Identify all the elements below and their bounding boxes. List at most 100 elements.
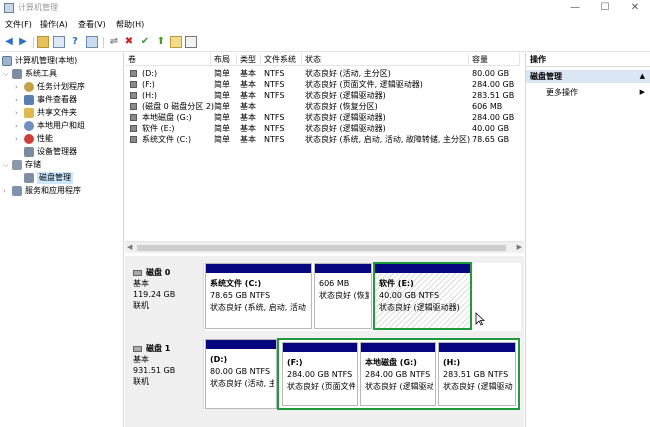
scrollbar-thumb[interactable] — [137, 245, 506, 251]
minimize-button[interactable]: — — [560, 0, 590, 16]
volume-capacity: 284.00 GB — [472, 80, 515, 89]
tree-item-services-apps[interactable]: › 服务和应用程序 — [3, 185, 121, 197]
partition-c[interactable]: 系统文件 (C:) 78.65 GB NTFS 状态良好 (系统, 启动, 活动 — [205, 263, 312, 329]
more-icon[interactable] — [185, 36, 197, 48]
properties-icon[interactable] — [53, 36, 65, 48]
volume-name: (D:) — [142, 69, 158, 78]
connect-icon[interactable]: ⇌ — [108, 36, 120, 48]
delete-icon[interactable]: ✖ — [123, 36, 135, 48]
users-icon — [24, 121, 34, 131]
chevron-right-icon[interactable]: ▶ — [640, 86, 645, 99]
computer-management-icon — [4, 3, 14, 13]
menu-file[interactable]: 文件(F) — [5, 19, 32, 30]
partition-g[interactable]: 本地磁盘 (G:) 284.00 GB NTFS 状态良好 (逻辑驱动器) — [360, 342, 436, 406]
check-icon[interactable]: ✔ — [139, 36, 151, 48]
chevron-right-icon[interactable]: › — [15, 133, 22, 145]
menu-help[interactable]: 帮助(H) — [116, 19, 144, 30]
tree-item-disk-management[interactable]: 磁盘管理 — [15, 172, 121, 184]
volume-type: 基本 — [240, 124, 256, 133]
disk-graph-view: 磁盘 0 基本 119.24 GB 联机 系统文件 (C:) 78.65 GB … — [125, 256, 524, 427]
disk-size: 931.51 GB — [133, 366, 176, 375]
table-row[interactable]: (D:) 简单 基本 NTFS 状态良好 (活动, 主分区) 80.00 GB — [125, 68, 520, 79]
menu-view[interactable]: 查看(V) — [78, 19, 106, 30]
more-actions-item[interactable]: 更多操作 ▶ — [526, 86, 650, 99]
table-row[interactable]: 系统文件 (C:) 简单 基本 NTFS 状态良好 (系统, 启动, 活动, 故… — [125, 134, 520, 145]
export-icon[interactable]: ⬆ — [155, 36, 167, 48]
performance-icon — [24, 134, 34, 144]
tree-item-event-viewer[interactable]: › 事件查看器 — [15, 94, 121, 106]
tree-item-system-tools[interactable]: ⌵ 系统工具 — [3, 68, 121, 80]
disk-type: 基本 — [133, 279, 149, 288]
column-header-filesystem[interactable]: 文件系统 — [261, 53, 302, 66]
volume-fs: NTFS — [264, 91, 285, 100]
volume-table: 卷 布局 类型 文件系统 状态 容量 (D:) 简单 基本 NTFS 状态良好 … — [125, 53, 524, 258]
close-button[interactable]: ✕ — [620, 0, 650, 16]
chevron-right-icon[interactable]: › — [15, 94, 22, 106]
disk-size: 119.24 GB — [133, 290, 176, 299]
disk-0-label[interactable]: 磁盘 0 基本 119.24 GB 联机 — [128, 263, 204, 331]
tree-item-performance[interactable]: › 性能 — [15, 133, 121, 145]
volume-layout: 简单 — [214, 91, 230, 100]
tree-item-label: 系统工具 — [25, 69, 57, 78]
tree-item-shared-folders[interactable]: › 共享文件夹 — [15, 107, 121, 119]
maximize-button[interactable]: ☐ — [590, 0, 620, 16]
view-icon[interactable] — [86, 36, 98, 48]
tree-root[interactable]: 计算机管理(本地) — [2, 55, 122, 67]
tree-item-local-users[interactable]: › 本地用户和组 — [15, 120, 121, 132]
column-header-volume[interactable]: 卷 — [125, 53, 211, 66]
volume-icon — [130, 70, 137, 77]
volume-fs: NTFS — [264, 124, 285, 133]
partition-e[interactable]: 软件 (E:) 40.00 GB NTFS 状态良好 (逻辑驱动器) — [373, 262, 472, 330]
help-icon[interactable]: ? — [69, 36, 81, 48]
chevron-right-icon[interactable]: › — [15, 81, 22, 93]
column-header-type[interactable]: 类型 — [237, 53, 261, 66]
scroll-left-icon[interactable]: ◀ — [127, 243, 132, 251]
column-header-layout[interactable]: 布局 — [211, 53, 237, 66]
partition-bar — [439, 343, 515, 352]
menu-action[interactable]: 操作(A) — [40, 19, 68, 30]
tree-item-storage[interactable]: ⌵ 存储 — [3, 159, 121, 171]
chevron-up-icon[interactable]: ▲ — [640, 70, 645, 83]
mouse-cursor-icon — [475, 312, 485, 326]
partition-f[interactable]: (F:) 284.00 GB NTFS 状态良好 (页面文件 — [282, 342, 358, 406]
partition-d[interactable]: (D:) 80.00 GB NTFS 状态良好 (活动, 主分区) — [205, 339, 277, 409]
tree-item-label: 设备管理器 — [37, 147, 77, 156]
column-header-capacity[interactable]: 容量 — [469, 53, 520, 66]
tree-item-label: 性能 — [37, 134, 53, 143]
disk-1-label[interactable]: 磁盘 1 基本 931.51 GB 联机 — [128, 339, 204, 409]
actions-header: 操作 — [526, 53, 650, 67]
table-row[interactable]: 本地磁盘 (G:) 简单 基本 NTFS 状态良好 (逻辑驱动器) 284.00… — [125, 112, 520, 123]
volume-capacity: 78.65 GB — [472, 135, 510, 144]
chevron-down-icon[interactable]: ⌵ — [3, 68, 10, 80]
folder-icon[interactable] — [37, 36, 49, 48]
volume-type: 基本 — [240, 69, 256, 78]
forward-icon[interactable]: ▶ — [17, 36, 29, 48]
table-row[interactable]: (F:) 简单 基本 NTFS 状态良好 (页面文件, 逻辑驱动器) 284.0… — [125, 79, 520, 90]
volume-fs: NTFS — [264, 80, 285, 89]
volume-icon — [130, 81, 137, 88]
chevron-down-icon[interactable]: ⌵ — [3, 159, 10, 171]
partition-h[interactable]: (H:) 283.51 GB NTFS 状态良好 (逻辑驱动器) — [438, 342, 516, 406]
horizontal-scrollbar[interactable]: ◀ ▶ — [125, 241, 524, 253]
table-row[interactable]: (磁盘 0 磁盘分区 2) 简单 基本 状态良好 (恢复分区) 606 MB — [125, 101, 520, 112]
column-header-status[interactable]: 状态 — [302, 53, 469, 66]
back-icon[interactable]: ◀ — [3, 36, 15, 48]
partition-size: 283.51 GB NTFS — [443, 370, 509, 379]
tree-item-label: 任务计划程序 — [37, 82, 85, 91]
table-row[interactable]: (H:) 简单 基本 NTFS 状态良好 (逻辑驱动器) 283.51 GB — [125, 90, 520, 101]
volume-status: 状态良好 (系统, 启动, 活动, 故障转储, 主分区) — [305, 135, 471, 144]
tree-item-task-scheduler[interactable]: › 任务计划程序 — [15, 81, 121, 93]
list-icon[interactable] — [170, 36, 182, 48]
disk-1-row: 磁盘 1 基本 931.51 GB 联机 (D:) 80.00 GB NTFS … — [128, 338, 521, 410]
partition-recovery[interactable]: 606 MB 状态良好 (恢复分区) — [314, 263, 372, 329]
tree-item-label: 事件查看器 — [37, 95, 77, 104]
tree-item-device-manager[interactable]: 设备管理器 — [15, 146, 121, 158]
table-row[interactable]: 软件 (E:) 简单 基本 NTFS 状态良好 (逻辑驱动器) 40.00 GB — [125, 123, 520, 134]
volume-status: 状态良好 (页面文件, 逻辑驱动器) — [305, 80, 423, 89]
chevron-right-icon[interactable]: › — [3, 185, 10, 197]
actions-section-disk-management[interactable]: 磁盘管理 ▲ — [526, 70, 650, 83]
scroll-right-icon[interactable]: ▶ — [517, 243, 522, 251]
volume-capacity: 80.00 GB — [472, 69, 510, 78]
chevron-right-icon[interactable]: › — [15, 120, 22, 132]
chevron-right-icon[interactable]: › — [15, 107, 22, 119]
